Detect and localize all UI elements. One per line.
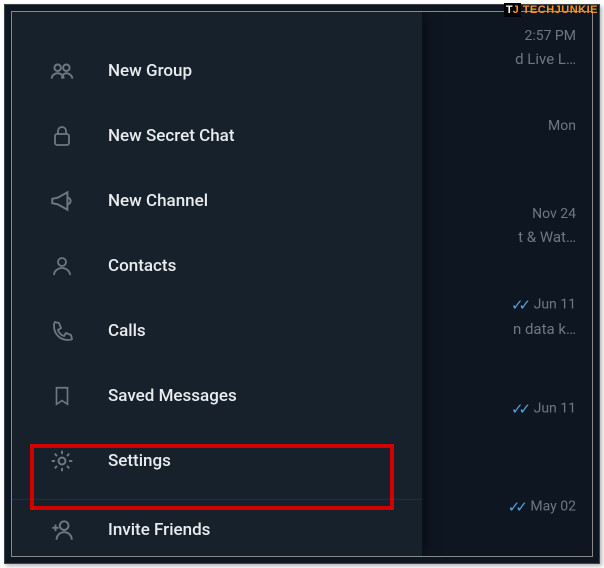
gear-icon (48, 447, 76, 475)
app-viewport: 2:57 PM d Live L… Mon Nov 24 t & Wat… ✓✓… (11, 11, 593, 557)
megaphone-icon (48, 187, 76, 215)
menu-label: Contacts (108, 256, 176, 276)
watermark: TJ TECHJUNKIE (504, 0, 598, 20)
menu-label: New Secret Chat (108, 126, 235, 146)
phone-icon (48, 317, 76, 345)
menu-label: Saved Messages (108, 386, 237, 406)
window-frame: 2:57 PM d Live L… Mon Nov 24 t & Wat… ✓✓… (4, 4, 600, 564)
contact-icon (48, 252, 76, 280)
menu-new-secret-chat[interactable]: New Secret Chat (12, 103, 422, 168)
menu-divider (12, 499, 422, 500)
menu-saved-messages[interactable]: Saved Messages (12, 363, 422, 428)
menu-settings[interactable]: Settings (12, 428, 422, 493)
menu-contacts[interactable]: Contacts (12, 233, 422, 298)
menu-new-channel[interactable]: New Channel (12, 168, 422, 233)
menu-calls[interactable]: Calls (12, 298, 422, 363)
menu-label: New Group (108, 61, 192, 81)
watermark-text: TECHJUNKIE (523, 4, 598, 16)
group-icon (48, 57, 76, 85)
side-drawer: New Group New Secret Chat New Channel Co… (12, 12, 422, 556)
read-checks-icon: ✓✓ (508, 498, 523, 516)
menu-label: Calls (108, 321, 146, 341)
read-checks-icon: ✓✓ (511, 400, 526, 418)
menu-label: Invite Friends (108, 520, 210, 540)
menu-new-group[interactable]: New Group (12, 38, 422, 103)
read-checks-icon: ✓✓ (511, 296, 526, 314)
lock-icon (48, 122, 76, 150)
bookmark-icon (48, 382, 76, 410)
watermark-logo: TJ (504, 3, 521, 17)
add-friend-icon (48, 516, 76, 544)
menu-invite-friends[interactable]: Invite Friends (12, 504, 422, 556)
menu-label: New Channel (108, 191, 208, 211)
menu-label: Settings (108, 451, 171, 471)
